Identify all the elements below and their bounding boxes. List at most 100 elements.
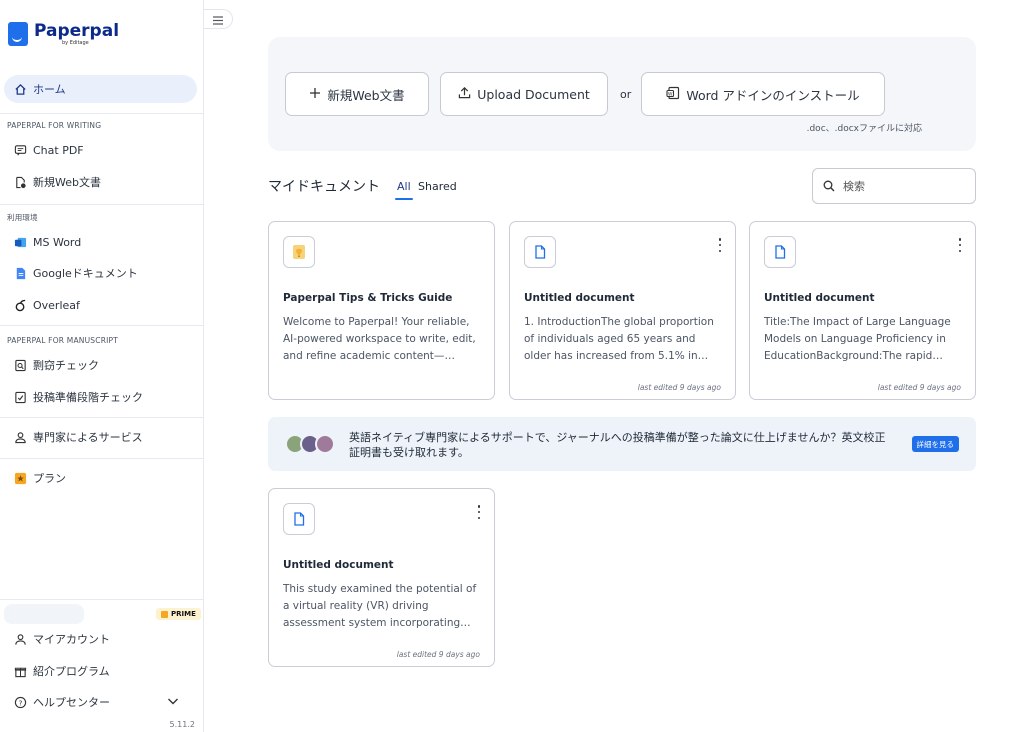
sidebar-item-label: ホーム bbox=[33, 83, 66, 96]
sidebar-item-label: ヘルプセンター bbox=[33, 696, 110, 709]
sidebar-item-label: Chat PDF bbox=[33, 143, 84, 157]
app-version: 5.11.2 bbox=[169, 720, 195, 729]
sidebar-item-my-account[interactable]: マイアカウント bbox=[4, 625, 197, 653]
sidebar-item-label: Overleaf bbox=[33, 298, 80, 312]
expert-user-icon bbox=[13, 430, 27, 444]
prime-badge: PRIME bbox=[156, 608, 201, 620]
sidebar-item-new-web-doc[interactable]: 新規Web文書 bbox=[4, 168, 197, 196]
sidebar-item-label: Googleドキュメント bbox=[33, 267, 138, 280]
sidebar-item-google-docs[interactable]: Googleドキュメント bbox=[4, 259, 197, 287]
upload-icon bbox=[458, 86, 471, 102]
promo-text: 英語ネイティブ専門家によるサポートで、ジャーナルへの投稿準備が整った論文に仕上げ… bbox=[349, 431, 886, 459]
search-box[interactable] bbox=[812, 168, 976, 204]
upload-document-button[interactable]: Upload Document bbox=[440, 72, 608, 116]
sidebar-item-plan[interactable]: プラン bbox=[4, 464, 197, 492]
svg-text:?: ? bbox=[18, 698, 22, 707]
tab-all[interactable]: All bbox=[395, 180, 413, 200]
brand-sub: by Editage bbox=[62, 39, 89, 46]
ms-word-icon bbox=[13, 235, 27, 249]
sidebar-item-label: マイアカウント bbox=[33, 633, 110, 646]
word-addin-icon: W bbox=[666, 86, 680, 103]
more-options-icon[interactable] bbox=[717, 238, 723, 252]
svg-text:W: W bbox=[668, 91, 673, 97]
section-label-writing: PAPERPAL FOR WRITING bbox=[7, 121, 102, 130]
last-edited-timestamp: last edited 9 days ago bbox=[637, 383, 721, 392]
google-docs-icon bbox=[13, 266, 27, 280]
sidebar-item-label: 投稿準備段階チェック bbox=[33, 391, 143, 404]
document-title: Untitled document bbox=[764, 292, 875, 304]
document-preview: Welcome to Paperpal! Your reliable, AI-p… bbox=[283, 316, 476, 362]
sidebar-item-label: プラン bbox=[33, 472, 66, 485]
sidebar-item-chat-pdf[interactable]: Chat PDF bbox=[4, 136, 197, 164]
checklist-icon bbox=[13, 390, 27, 404]
divider bbox=[0, 599, 204, 600]
app-root: Paperpal by Editage ホーム PAPERPAL FOR WRI… bbox=[0, 0, 1024, 732]
paperpal-logo[interactable]: Paperpal by Editage bbox=[8, 22, 119, 46]
brand-name: Paperpal bbox=[34, 20, 120, 41]
sidebar-item-overleaf[interactable]: Overleaf bbox=[4, 291, 197, 319]
search-icon bbox=[823, 177, 835, 196]
divider bbox=[0, 417, 204, 418]
sidebar-item-home[interactable]: ホーム bbox=[4, 75, 197, 103]
document-card[interactable]: Untitled document Title:The Impact of La… bbox=[749, 221, 976, 400]
tips-guide-icon bbox=[283, 236, 315, 268]
document-preview: 1. IntroductionThe global proportion of … bbox=[524, 316, 714, 362]
document-title: Paperpal Tips & Tricks Guide bbox=[283, 292, 453, 304]
last-edited-timestamp: last edited 9 days ago bbox=[396, 650, 480, 659]
new-web-doc-button[interactable]: 新規Web文書 bbox=[285, 72, 429, 116]
help-icon: ? bbox=[13, 695, 27, 709]
chevron-down-icon[interactable] bbox=[167, 696, 179, 709]
expert-avatars bbox=[285, 434, 335, 454]
document-preview: This study examined the potential of a v… bbox=[283, 583, 477, 629]
more-options-icon[interactable] bbox=[957, 238, 963, 252]
chat-icon bbox=[13, 143, 27, 157]
sidebar-item-expert-services[interactable]: 専門家によるサービス bbox=[4, 423, 197, 451]
tab-shared[interactable]: Shared bbox=[418, 180, 457, 193]
document-card[interactable]: Untitled document This study examined th… bbox=[268, 488, 495, 667]
plagiarism-check-icon bbox=[13, 358, 27, 372]
sidebar-item-label: 剽窃チェック bbox=[33, 359, 99, 372]
home-icon bbox=[13, 82, 27, 96]
sidebar-item-label: MS Word bbox=[33, 235, 82, 249]
avatar bbox=[315, 434, 335, 454]
document-icon bbox=[283, 503, 315, 535]
expert-service-promo-banner: 英語ネイティブ専門家によるサポートで、ジャーナルへの投稿準備が整った論文に仕上げ… bbox=[268, 417, 976, 471]
sidebar-item-submission-check[interactable]: 投稿準備段階チェック bbox=[4, 383, 197, 411]
prime-star-icon bbox=[161, 610, 168, 618]
document-icon bbox=[524, 236, 556, 268]
plus-icon bbox=[309, 87, 321, 102]
or-separator: or bbox=[620, 88, 632, 101]
plan-star-icon bbox=[13, 471, 27, 485]
word-addin-install-button[interactable]: W Word アドインのインストール bbox=[641, 72, 885, 116]
document-card[interactable]: Untitled document 1. IntroductionThe glo… bbox=[509, 221, 736, 400]
create-document-panel: 新規Web文書 Upload Document or W Word アドインのイ… bbox=[268, 37, 976, 151]
document-title: Untitled document bbox=[524, 292, 635, 304]
divider bbox=[0, 325, 204, 326]
gift-icon bbox=[13, 664, 27, 678]
user-icon bbox=[13, 632, 27, 646]
new-document-icon bbox=[13, 175, 27, 189]
overleaf-icon bbox=[13, 298, 27, 312]
sidebar-item-label: 専門家によるサービス bbox=[33, 431, 143, 444]
divider bbox=[0, 458, 204, 459]
search-input[interactable] bbox=[843, 179, 963, 193]
my-documents-title: マイドキュメント bbox=[268, 179, 380, 195]
account-name-placeholder bbox=[4, 604, 84, 624]
sidebar-item-plagiarism[interactable]: 剽窃チェック bbox=[4, 351, 197, 379]
sidebar-toggle-button[interactable] bbox=[204, 9, 233, 29]
sidebar: Paperpal by Editage ホーム PAPERPAL FOR WRI… bbox=[0, 0, 204, 732]
paperpal-logo-icon bbox=[8, 22, 28, 46]
section-label-manuscript: PAPERPAL FOR MANUSCRIPT bbox=[7, 336, 119, 345]
section-label-env: 利用環境 bbox=[7, 213, 38, 222]
sidebar-item-help-center[interactable]: ? ヘルプセンター bbox=[4, 688, 197, 716]
sidebar-item-label: 紹介プログラム bbox=[33, 665, 110, 678]
document-icon bbox=[764, 236, 796, 268]
document-card[interactable]: Paperpal Tips & Tricks Guide Welcome to … bbox=[268, 221, 495, 400]
more-options-icon[interactable] bbox=[476, 505, 482, 519]
divider bbox=[0, 113, 204, 114]
divider bbox=[0, 204, 204, 205]
sidebar-item-label: 新規Web文書 bbox=[33, 176, 101, 189]
sidebar-item-ms-word[interactable]: MS Word bbox=[4, 228, 197, 256]
learn-more-button[interactable]: 詳細を見る bbox=[911, 436, 959, 452]
sidebar-item-referral[interactable]: 紹介プログラム bbox=[4, 657, 197, 685]
